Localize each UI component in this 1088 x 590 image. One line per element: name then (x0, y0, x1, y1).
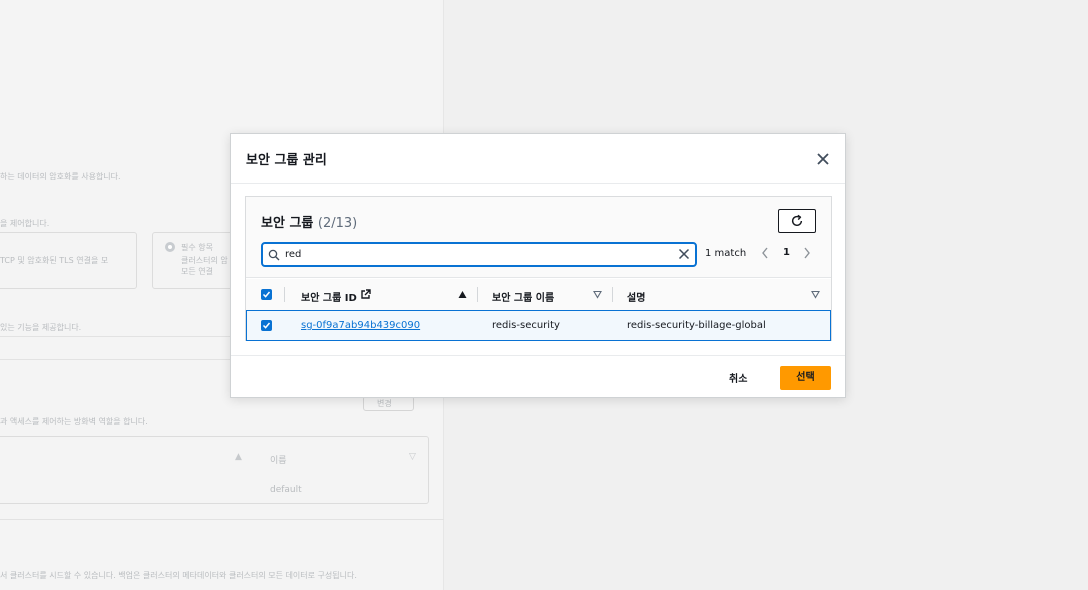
cancel-button[interactable]: 취소 (729, 370, 747, 385)
section-title: 보안 그룹 (2/13) (261, 212, 357, 231)
background-text: 과 액세스를 제어하는 방화벽 역할을 합니다. (0, 417, 148, 426)
sort-icon: ▲ (235, 452, 242, 462)
search-icon (268, 249, 280, 261)
column-separator (612, 287, 613, 302)
background-table (0, 436, 429, 504)
background-text: 하는 데이터의 암호화를 사용합니다. (0, 172, 121, 181)
background-text: 클러스터의 암 (181, 256, 228, 265)
sort-icon: ▽ (409, 452, 416, 462)
column-separator (477, 287, 478, 302)
background-text: 있는 기능을 제공합니다. (0, 323, 82, 332)
table-header-area: 보안 그룹 (2/13) 1 match (246, 197, 831, 278)
sort-ascending-icon[interactable] (458, 290, 467, 299)
table-row[interactable]: sg-0f9a7ab94b439c090 redis-security redi… (246, 310, 831, 341)
manage-security-groups-modal: 보안 그룹 관리 보안 그룹 (2/13) red 1 match 1 보안 그… (230, 133, 846, 398)
background-divider (0, 336, 232, 337)
sort-icon[interactable] (811, 290, 820, 299)
modal-header: 보안 그룹 관리 (231, 134, 845, 184)
page-number[interactable]: 1 (783, 247, 790, 258)
select-all-checkbox[interactable] (261, 289, 272, 300)
modal-title: 보안 그룹 관리 (246, 153, 327, 168)
row-checkbox[interactable] (261, 320, 272, 331)
column-header-name[interactable]: 보안 그룹 이름 (492, 289, 554, 304)
radio-icon (165, 242, 175, 252)
sort-icon[interactable] (593, 290, 602, 299)
selection-count: (2/13) (317, 216, 358, 231)
background-text: TCP 및 암호화된 TLS 연결을 모 (0, 256, 109, 265)
check-icon (262, 322, 271, 329)
background-text: 모든 연결 (181, 267, 213, 276)
column-header-description[interactable]: 설명 (627, 289, 645, 304)
security-groups-table-container: 보안 그룹 (2/13) 1 match (245, 196, 832, 341)
chevron-left-icon[interactable] (760, 246, 770, 260)
background-text: 서 클러스터를 시드할 수 있습니다. 백업은 클러스터의 메타데이터와 클러스… (0, 571, 357, 580)
security-group-description: redis-security-billage-global (627, 320, 766, 331)
select-button[interactable]: 선택 (780, 366, 831, 390)
column-header-id[interactable]: 보안 그룹 ID (301, 289, 357, 304)
search-input[interactable] (285, 246, 665, 263)
security-group-name: redis-security (492, 320, 560, 331)
clear-icon[interactable] (677, 247, 691, 261)
chevron-right-icon[interactable] (802, 246, 812, 260)
section-title-label: 보안 그룹 (261, 216, 314, 231)
close-icon[interactable] (815, 151, 831, 167)
refresh-button[interactable] (778, 209, 816, 233)
background-text: default (270, 485, 302, 495)
background-text: 을 제어합니다. (0, 219, 50, 228)
match-count: 1 match (705, 248, 747, 259)
column-separator (284, 287, 285, 302)
background-text: 이름 (270, 456, 287, 466)
refresh-icon (791, 214, 803, 226)
table-header-row: 보안 그룹 ID 보안 그룹 이름 설명 (246, 279, 831, 310)
search-field[interactable] (261, 242, 697, 267)
background-divider (0, 519, 444, 520)
check-icon (262, 291, 271, 298)
background-text: 필수 항목 (181, 243, 213, 252)
background-text: 변경 (377, 399, 392, 408)
security-group-id-link[interactable]: sg-0f9a7ab94b439c090 (301, 320, 420, 331)
external-link-icon[interactable] (360, 289, 371, 300)
modal-footer: 취소 선택 (231, 355, 845, 398)
